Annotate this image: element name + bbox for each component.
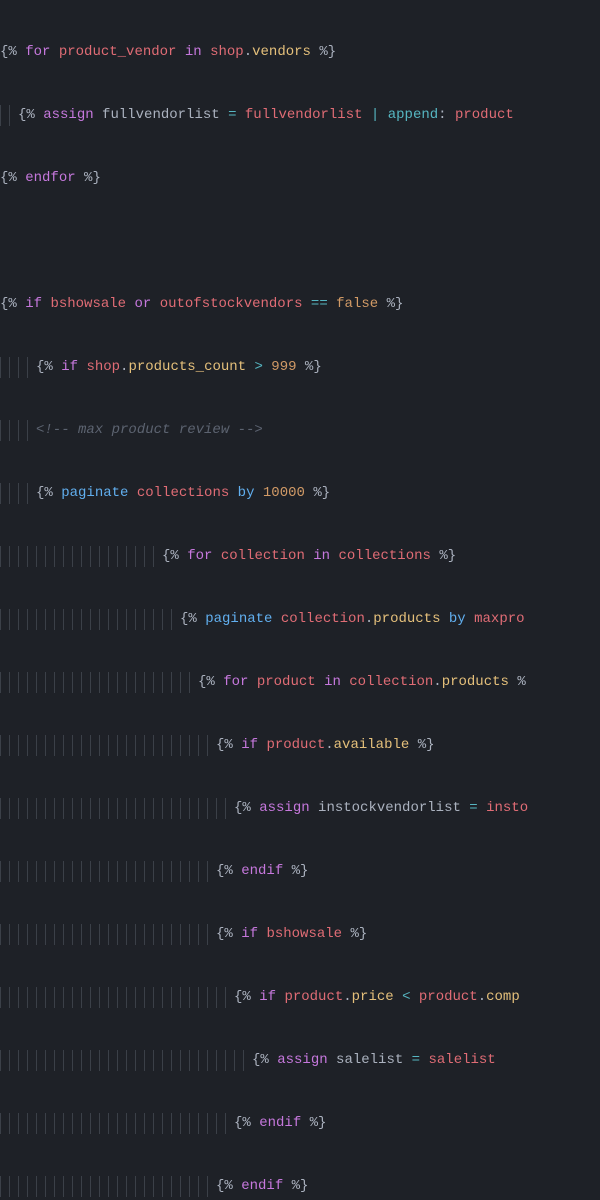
code-line: {% for product_vendor in shop.vendors %} bbox=[0, 42, 600, 63]
code-editor[interactable]: {% for product_vendor in shop.vendors %}… bbox=[0, 0, 600, 1200]
code-line: {% endfor %} bbox=[0, 168, 600, 189]
code-line: {% endif %} bbox=[0, 1113, 600, 1134]
code-line: {% paginate collection.products by maxpr… bbox=[0, 609, 600, 630]
code-line: {% for collection in collections %} bbox=[0, 546, 600, 567]
code-line: {% if bshowsale %} bbox=[0, 924, 600, 945]
code-line: {% if shop.products_count > 999 %} bbox=[0, 357, 600, 378]
code-line: {% assign fullvendorlist = fullvendorlis… bbox=[0, 105, 600, 126]
code-line: {% endif %} bbox=[0, 1176, 600, 1197]
code-line: {% if bshowsale or outofstockvendors == … bbox=[0, 294, 600, 315]
code-line: <!-- max product review --> bbox=[0, 420, 600, 441]
code-line: {% paginate collections by 10000 %} bbox=[0, 483, 600, 504]
code-line bbox=[0, 231, 600, 252]
code-line: {% if product.available %} bbox=[0, 735, 600, 756]
code-line: {% for product in collection.products % bbox=[0, 672, 600, 693]
code-line: {% assign salelist = salelist bbox=[0, 1050, 600, 1071]
code-line: {% endif %} bbox=[0, 861, 600, 882]
code-line: {% assign instockvendorlist = insto bbox=[0, 798, 600, 819]
code-line: {% if product.price < product.comp bbox=[0, 987, 600, 1008]
